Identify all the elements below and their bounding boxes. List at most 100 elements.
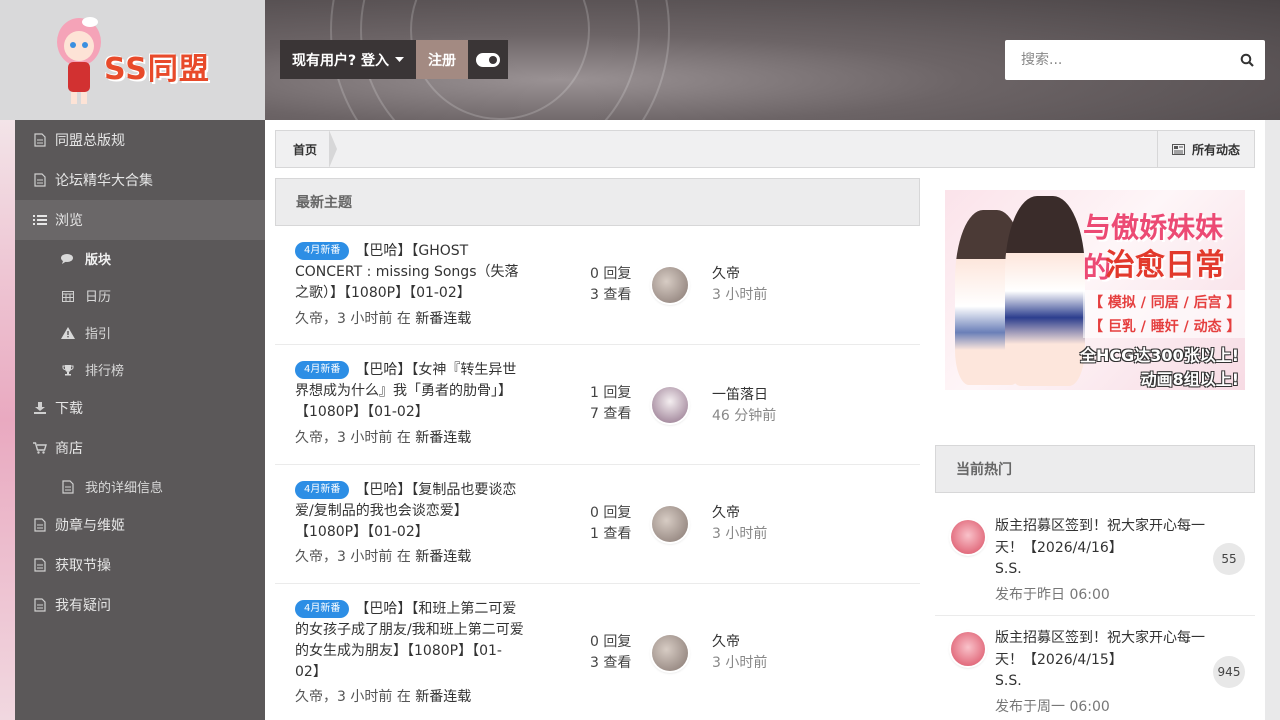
document-icon bbox=[33, 173, 47, 187]
topic-meta: 久帝，3 小时前 在 新番连载 bbox=[295, 549, 472, 565]
topic-author[interactable]: 久帝 bbox=[295, 549, 323, 565]
topic-forum[interactable]: 新番连载 bbox=[415, 689, 471, 705]
last-poster-time[interactable]: 46 分钟前 bbox=[712, 406, 776, 427]
search-input[interactable] bbox=[1005, 40, 1229, 80]
login-button[interactable]: 现有用户? 登入 bbox=[280, 40, 416, 79]
sidebar-item-forums[interactable]: 版块 bbox=[15, 240, 265, 277]
sidebar-item-label: 勋章与维姬 bbox=[55, 518, 125, 534]
topic-badge[interactable]: 4月新番 bbox=[295, 600, 350, 618]
sidebar-item-browse[interactable]: 浏览 bbox=[15, 200, 265, 240]
topic-time: 3 小时前 bbox=[337, 311, 393, 327]
topic-badge[interactable]: 4月新番 bbox=[295, 361, 350, 379]
topic-row: 4月新番 【巴哈】【女神『转生异世界想成为什么』我「勇者的肋骨」】【1080P】【… bbox=[275, 345, 920, 465]
sidebar-item-label: 版块 bbox=[85, 253, 112, 268]
sidebar-item-label: 日历 bbox=[85, 290, 112, 305]
comments-icon bbox=[61, 252, 75, 266]
topic-author[interactable]: 久帝 bbox=[295, 311, 323, 327]
avatar[interactable] bbox=[652, 267, 688, 303]
sidebar-item-label: 排行榜 bbox=[85, 364, 125, 379]
topic-forum[interactable]: 新番连载 bbox=[415, 430, 471, 446]
avatar[interactable] bbox=[951, 520, 985, 554]
breadcrumb-home[interactable]: 首页 bbox=[276, 130, 338, 168]
sidebar-item-downloads[interactable]: 下载 bbox=[15, 388, 265, 428]
topic-badge[interactable]: 4月新番 bbox=[295, 242, 350, 260]
last-poster: 久帝 3 小时前 bbox=[712, 632, 767, 674]
ad-tag-1: 【 模拟 / 同居 / 后宫 】 bbox=[1083, 290, 1245, 314]
topic-badge[interactable]: 4月新番 bbox=[295, 481, 350, 499]
sidebar-item-earn-points[interactable]: 获取节操 bbox=[15, 545, 265, 585]
reply-count-badge: 55 bbox=[1213, 543, 1245, 575]
topic-author[interactable]: 久帝 bbox=[295, 430, 323, 446]
sidebar-item-questions[interactable]: 我有疑问 bbox=[15, 585, 265, 625]
hot-topic-author[interactable]: S.S. bbox=[995, 673, 1022, 689]
topic-title[interactable]: 4月新番 【巴哈】【GHOST CONCERT : missing Songs（失… bbox=[295, 241, 525, 304]
sidebar-item-leaderboard[interactable]: 排行榜 bbox=[15, 351, 265, 388]
topic-forum[interactable]: 新番连载 bbox=[415, 549, 471, 565]
left-decoration bbox=[0, 120, 15, 720]
search-button[interactable] bbox=[1229, 53, 1265, 67]
sidebar-item-highlights[interactable]: 论坛精华大合集 bbox=[15, 160, 265, 200]
topic-stats: 0 回复 1 查看 bbox=[590, 503, 631, 545]
last-poster-name[interactable]: 久帝 bbox=[712, 503, 767, 524]
register-button[interactable]: 注册 bbox=[416, 40, 468, 79]
sidebar-item-store[interactable]: 商店 bbox=[15, 428, 265, 468]
topic-time: 3 小时前 bbox=[337, 430, 393, 446]
sidebar-item-my-details[interactable]: 我的详细信息 bbox=[15, 468, 265, 505]
ad-banner[interactable]: 与傲娇妹妹的 治愈日常 【 模拟 / 同居 / 后宫 】 【 巨乳 / 睡奸 /… bbox=[945, 190, 1245, 390]
topic-in: 在 bbox=[396, 311, 411, 327]
last-poster-name[interactable]: 久帝 bbox=[712, 632, 767, 653]
site-logo[interactable]: SS同盟 bbox=[0, 0, 265, 120]
hot-topic-author[interactable]: S.S. bbox=[995, 561, 1022, 577]
last-poster-time[interactable]: 3 小时前 bbox=[712, 524, 767, 545]
last-poster-time[interactable]: 3 小时前 bbox=[712, 285, 767, 306]
topic-row: 4月新番 【巴哈】【GHOST CONCERT : missing Songs（失… bbox=[275, 226, 920, 345]
breadcrumb: 首页 所有动态 bbox=[275, 130, 1255, 168]
topic-replies: 0 回复 bbox=[590, 634, 632, 650]
avatar[interactable] bbox=[652, 506, 688, 542]
all-activity-link[interactable]: 所有动态 bbox=[1156, 131, 1254, 167]
document-icon bbox=[33, 133, 47, 147]
hot-topic-title[interactable]: 版主招募区签到！祝大家开心每一天！【2026/4/16】 bbox=[995, 515, 1205, 559]
last-poster-time[interactable]: 3 小时前 bbox=[712, 653, 767, 674]
avatar[interactable] bbox=[652, 387, 688, 423]
last-poster-name[interactable]: 一笛落日 bbox=[712, 385, 776, 406]
hot-topic-title[interactable]: 版主招募区签到！祝大家开心每一天！【2026/4/15】 bbox=[995, 627, 1205, 671]
calendar-icon bbox=[61, 289, 75, 303]
topic-replies: 0 回复 bbox=[590, 266, 632, 282]
document-icon bbox=[33, 598, 47, 612]
hot-topics-heading: 当前热门 bbox=[935, 445, 1255, 493]
newspaper-icon bbox=[1171, 143, 1185, 155]
avatar[interactable] bbox=[951, 632, 985, 666]
main-content: 首页 所有动态 最新主题 4月新番 【巴哈】【GHOST CONCERT : mi… bbox=[265, 120, 1265, 720]
mascot-icon bbox=[57, 17, 101, 104]
search-box bbox=[1005, 40, 1265, 80]
avatar[interactable] bbox=[652, 635, 688, 671]
theme-toggle[interactable] bbox=[468, 40, 508, 79]
download-icon bbox=[33, 401, 47, 415]
sidebar-item-label: 获取节操 bbox=[55, 558, 111, 574]
topic-time: 3 小时前 bbox=[337, 689, 393, 705]
topic-stats: 0 回复 3 查看 bbox=[590, 632, 631, 674]
all-activity-label: 所有动态 bbox=[1191, 142, 1240, 157]
sidebar-item-label: 同盟总版规 bbox=[55, 133, 125, 149]
ad-character-right bbox=[1005, 196, 1085, 386]
topic-meta: 久帝，3 小时前 在 新番连载 bbox=[295, 311, 472, 327]
login-label: 现有用户? 登入 bbox=[292, 52, 389, 69]
sidebar-item-rules[interactable]: 同盟总版规 bbox=[15, 120, 265, 160]
topic-title[interactable]: 4月新番 【巴哈】【和班上第二可爱的女孩子成了朋友/我和班上第二可爱的女生成为朋友… bbox=[295, 599, 525, 683]
topic-views: 3 查看 bbox=[590, 287, 632, 303]
sidebar-item-medals[interactable]: 勋章与维姬 bbox=[15, 505, 265, 545]
topic-author[interactable]: 久帝 bbox=[295, 689, 323, 705]
sidebar-item-guide[interactable]: 指引 bbox=[15, 314, 265, 351]
sidebar-item-label: 下载 bbox=[55, 401, 83, 417]
topic-title[interactable]: 4月新番 【巴哈】【复制品也要谈恋爱/复制品的我也会谈恋爱】【1080P】【01-… bbox=[295, 480, 525, 543]
latest-topics-heading: 最新主题 bbox=[275, 178, 920, 226]
user-bar: 现有用户? 登入 注册 bbox=[280, 40, 508, 79]
search-icon bbox=[1240, 53, 1254, 67]
sidebar-item-calendar[interactable]: 日历 bbox=[15, 277, 265, 314]
last-poster-name[interactable]: 久帝 bbox=[712, 264, 767, 285]
topic-time: 3 小时前 bbox=[337, 549, 393, 565]
topic-meta: 久帝，3 小时前 在 新番连载 bbox=[295, 689, 472, 705]
topic-forum[interactable]: 新番连载 bbox=[415, 311, 471, 327]
topic-title[interactable]: 4月新番 【巴哈】【女神『转生异世界想成为什么』我「勇者的肋骨」】【1080P】【… bbox=[295, 360, 525, 423]
